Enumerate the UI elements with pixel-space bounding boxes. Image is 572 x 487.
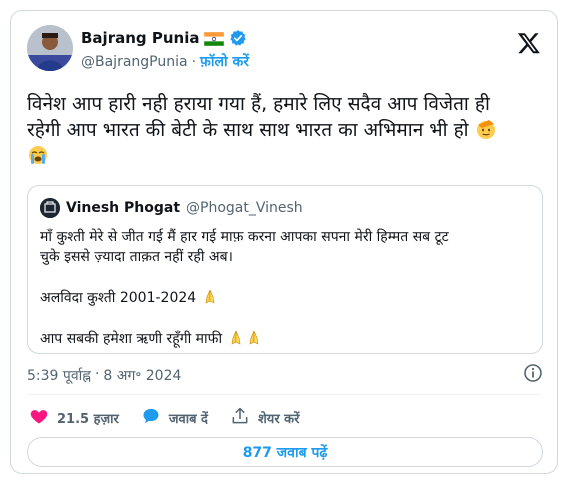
- loudly-crying-face-emoji: [27, 144, 49, 166]
- action-bar: 21.5 हज़ार जवाब दें शेयर करें: [29, 406, 321, 430]
- quoted-text-line-4: आप सबकी हमेशा ऋणी रहूँगी माफी: [40, 331, 223, 347]
- quoted-text-line-1: माँ कुश्ती मेरे से जीत गई मैं हार गई माफ…: [40, 229, 449, 245]
- author-display-name[interactable]: Bajrang Punia: [81, 29, 199, 47]
- divider: [27, 394, 541, 395]
- info-icon[interactable]: [523, 363, 543, 383]
- share-icon: [230, 406, 250, 430]
- quoted-text-line-4-row: आप सबकी हमेशा ऋणी रहूँगी माफी: [40, 329, 532, 349]
- folded-hands-emoji: [201, 288, 219, 304]
- author-name-row: Bajrang Punia: [81, 29, 247, 47]
- tweet-text-line-2: रहेगी आप भारत की बेटी के साथ साथ भारत का…: [27, 119, 469, 141]
- heart-icon: [29, 406, 49, 430]
- read-replies-button[interactable]: 877 जवाब पढ़ें: [27, 437, 543, 467]
- quoted-display-name[interactable]: Vinesh Phogat: [66, 200, 180, 216]
- quoted-text-line-3: अलविदा कुश्ती 2001-2024: [40, 290, 197, 306]
- tweet-date: 8 अग॰ 2024: [103, 368, 182, 384]
- tweet-header: Bajrang Punia @BajrangPunia · फ़ॉलो करें: [27, 25, 543, 73]
- tweet-text: विनेश आप हारी नही हराया गया हैं, हमारे ल…: [27, 91, 547, 169]
- reply-label: जवाब दें: [168, 412, 208, 427]
- tweet-text-line-1: विनेश आप हारी नही हराया गया हैं, हमारे ल…: [27, 93, 490, 115]
- tweet-timestamp[interactable]: 5:39 पूर्वाह्न · 8 अग॰ 2024: [27, 366, 181, 385]
- folded-hands-emoji: [227, 329, 245, 345]
- like-count: 21.5 हज़ार: [57, 412, 119, 427]
- folded-hands-emoji: [245, 329, 263, 345]
- quoted-author-avatar[interactable]: [40, 198, 60, 218]
- timestamp-separator: ·: [94, 366, 100, 382]
- reply-bubble-icon: [141, 406, 161, 430]
- x-logo-icon[interactable]: [517, 31, 541, 55]
- reply-button[interactable]: जवाब दें: [141, 406, 208, 430]
- follow-button[interactable]: फ़ॉलो करें: [200, 52, 249, 71]
- author-handle-row: @BajrangPunia · फ़ॉलो करें: [81, 52, 249, 71]
- quoted-header: Vinesh Phogat @Phogat_Vinesh: [40, 198, 303, 218]
- like-button[interactable]: 21.5 हज़ार: [29, 406, 119, 430]
- handle-separator: ·: [191, 53, 197, 70]
- quoted-text-line-2: चुके इससे ज़्यादा ताक़त नहीं रही अब।: [40, 249, 233, 265]
- quoted-tweet[interactable]: Vinesh Phogat @Phogat_Vinesh माँ कुश्ती …: [27, 185, 543, 354]
- quoted-handle[interactable]: @Phogat_Vinesh: [186, 200, 303, 216]
- saluting-face-emoji: [475, 118, 497, 140]
- share-label: शेयर करें: [257, 412, 300, 427]
- tweet-time: 5:39 पूर्वाह्न: [27, 368, 91, 384]
- quoted-text: माँ कुश्ती मेरे से जीत गई मैं हार गई माफ…: [40, 227, 532, 349]
- india-flag-icon: [204, 31, 225, 47]
- verified-badge-icon: [229, 29, 247, 47]
- tweet-card: Bajrang Punia @BajrangPunia · फ़ॉलो करें…: [10, 10, 558, 474]
- author-handle[interactable]: @BajrangPunia: [81, 54, 188, 70]
- share-button[interactable]: शेयर करें: [230, 406, 300, 430]
- quoted-text-line-3-row: अलविदा कुश्ती 2001-2024: [40, 288, 532, 308]
- author-avatar[interactable]: [27, 25, 73, 71]
